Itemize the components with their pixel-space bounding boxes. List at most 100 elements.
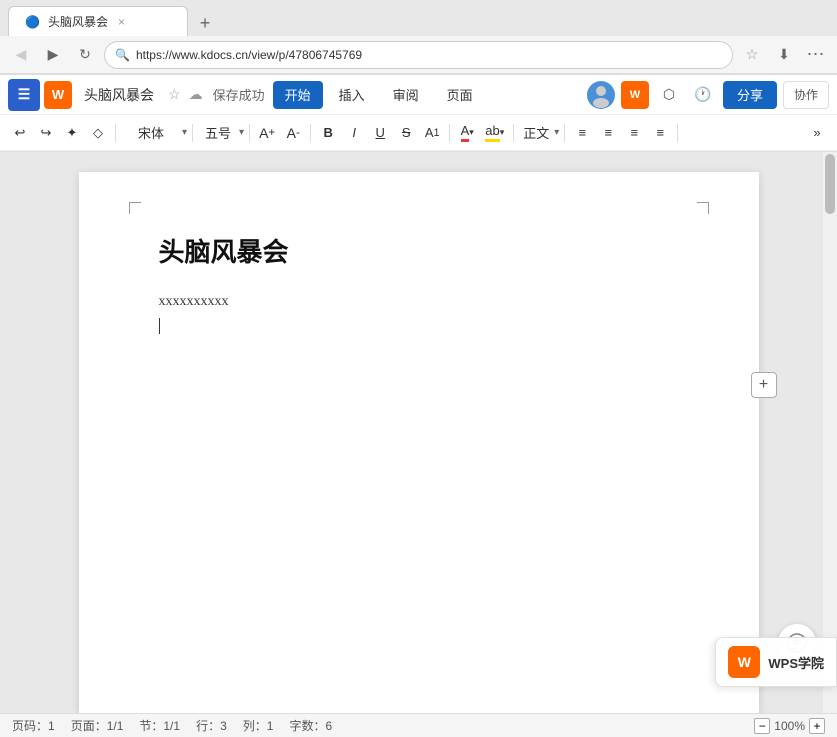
divider-1 xyxy=(115,124,116,142)
paragraph-style-dropdown[interactable]: 正文 ▾ xyxy=(519,120,559,146)
favorite-icon[interactable]: ☆ xyxy=(168,86,181,103)
main-content: 头脑风暴会 xxxxxxxxxx + W xyxy=(0,152,837,737)
row-status: 行：3 xyxy=(196,717,227,734)
tab-favicon: 🔵 xyxy=(25,15,40,29)
font-color-button[interactable]: A ▾ xyxy=(455,120,479,146)
undo-button[interactable]: ↩ xyxy=(8,120,32,146)
align-center-button[interactable]: ≡ xyxy=(596,120,620,146)
document-heading: 头脑风暴会 xyxy=(159,232,679,269)
document-title: 头脑风暴会 xyxy=(84,85,154,105)
tab-insert[interactable]: 插入 xyxy=(327,81,377,109)
font-size-decrease-button[interactable]: A- xyxy=(281,120,305,146)
wps-w-logo: W xyxy=(44,81,72,109)
browser-tab-bar: 🔵 头脑风暴会 × + xyxy=(0,0,837,36)
wps-hamburger-button[interactable]: ☰ xyxy=(8,79,40,111)
more-toolbar-button[interactable]: » xyxy=(805,120,829,146)
justify-button[interactable]: ≡ xyxy=(648,120,672,146)
font-name-dropdown[interactable]: 宋体 ▾ xyxy=(121,120,187,146)
tab-review[interactable]: 审阅 xyxy=(381,81,431,109)
scrollbar-thumb[interactable] xyxy=(825,154,835,214)
section-status: 节：1/1 xyxy=(139,717,180,734)
underline-button[interactable]: U xyxy=(368,120,392,146)
divider-4 xyxy=(310,124,311,142)
zoom-out-button[interactable]: − xyxy=(754,718,770,734)
tab-title: 头脑风暴会 xyxy=(48,13,108,30)
zoom-in-button[interactable]: + xyxy=(809,718,825,734)
status-bar: 页码：1 页面：1/1 节：1/1 行：3 列：1 字数：6 − 100% + xyxy=(0,713,837,737)
clock-button[interactable]: 🕐 xyxy=(689,81,717,109)
cloud-save-icon: ☁ xyxy=(189,86,203,103)
wps-logo-area: W xyxy=(44,81,72,109)
refresh-button[interactable]: ↻ xyxy=(72,42,98,68)
zoom-controls: − 100% + xyxy=(754,718,825,734)
tab-close-icon[interactable]: × xyxy=(118,15,125,29)
wps-academy-logo: W xyxy=(728,646,760,678)
paragraph-chevron: ▾ xyxy=(554,127,559,138)
font-size-dropdown[interactable]: 五号 ▾ xyxy=(198,120,244,146)
wps-menu-bar: ☰ W 头脑风暴会 ☆ ☁ 保存成功 开始 插入 审阅 页面 W ⬡ 🕐 分享 … xyxy=(0,75,837,115)
menu-button[interactable]: ⋯ xyxy=(803,42,829,68)
add-comment-button[interactable]: + xyxy=(751,372,777,398)
share-button[interactable]: 分享 xyxy=(723,81,777,109)
redo-button[interactable]: ↪ xyxy=(34,120,58,146)
font-size-chevron: ▾ xyxy=(239,127,244,138)
add-comment-container: + xyxy=(751,372,777,398)
bold-button[interactable]: B xyxy=(316,120,340,146)
tab-page[interactable]: 页面 xyxy=(435,81,485,109)
divider-3 xyxy=(249,124,250,142)
user-avatar[interactable] xyxy=(587,81,615,109)
format-bar: ↩ ↪ ✦ ◇ 宋体 ▾ 五号 ▾ A+ A- B I U S A1 A ▾ a… xyxy=(0,115,837,151)
wps-academy-overlay[interactable]: W WPS学院 xyxy=(715,637,837,687)
divider-6 xyxy=(513,124,514,142)
vertical-scrollbar[interactable] xyxy=(823,152,837,713)
highlight-chevron: ▾ xyxy=(500,127,505,138)
strikethrough-button[interactable]: S xyxy=(394,120,418,146)
divider-2 xyxy=(192,124,193,142)
browser-chrome: 🔵 头脑风暴会 × + ◀ ▶ ↻ 🔍 ☆ ⬇ ⋯ xyxy=(0,0,837,75)
wps-brand-logo: W xyxy=(621,81,649,109)
font-size-label: 五号 xyxy=(198,120,238,146)
document-page: 头脑风暴会 xxxxxxxxxx + xyxy=(79,172,759,713)
download-button[interactable]: ⬇ xyxy=(771,42,797,68)
divider-8 xyxy=(677,124,678,142)
divider-7 xyxy=(564,124,565,142)
font-color-indicator: A xyxy=(461,123,470,142)
address-input[interactable] xyxy=(136,48,722,62)
wps-right-controls: W ⬡ 🕐 分享 协作 xyxy=(587,81,829,109)
corner-mark-tr xyxy=(697,202,709,214)
bookmark-button[interactable]: ☆ xyxy=(739,42,765,68)
status-bar-right: − 100% + xyxy=(754,718,825,734)
corner-mark-tl xyxy=(129,202,141,214)
highlight-indicator: ab xyxy=(485,123,499,142)
doc-scroll-area[interactable]: 头脑风暴会 xxxxxxxxxx + W xyxy=(0,152,837,713)
align-right-button[interactable]: ≡ xyxy=(622,120,646,146)
forward-button[interactable]: ▶ xyxy=(40,42,66,68)
format-clear-button[interactable]: ✦ xyxy=(60,120,84,146)
wps-toolbar: ☰ W 头脑风暴会 ☆ ☁ 保存成功 开始 插入 审阅 页面 W ⬡ 🕐 分享 … xyxy=(0,75,837,152)
font-color-chevron: ▾ xyxy=(469,127,474,138)
search-icon: 🔍 xyxy=(115,48,130,62)
wps-academy-label: WPS学院 xyxy=(768,653,824,672)
save-status: 保存成功 xyxy=(213,85,265,104)
italic-button[interactable]: I xyxy=(342,120,366,146)
page-total-status: 页面：1/1 xyxy=(71,717,124,734)
document-body[interactable]: xxxxxxxxxx xyxy=(159,289,679,339)
collab-button[interactable]: 协作 xyxy=(783,81,829,109)
screen-share-button[interactable]: ⬡ xyxy=(655,81,683,109)
eraser-button[interactable]: ◇ xyxy=(86,120,110,146)
body-text: xxxxxxxxxx xyxy=(159,294,229,309)
text-cursor xyxy=(159,318,160,334)
tab-start[interactable]: 开始 xyxy=(273,81,323,109)
browser-tab[interactable]: 🔵 头脑风暴会 × xyxy=(8,6,188,36)
address-bar[interactable]: 🔍 xyxy=(104,41,733,69)
divider-5 xyxy=(449,124,450,142)
back-button[interactable]: ◀ xyxy=(8,42,34,68)
font-name-label: 宋体 xyxy=(121,120,181,146)
browser-nav-bar: ◀ ▶ ↻ 🔍 ☆ ⬇ ⋯ xyxy=(0,36,837,74)
align-left-button[interactable]: ≡ xyxy=(570,120,594,146)
superscript-button[interactable]: A1 xyxy=(420,120,444,146)
highlight-button[interactable]: ab ▾ xyxy=(481,120,508,146)
new-tab-button[interactable]: + xyxy=(192,10,218,36)
col-status: 列：1 xyxy=(243,717,274,734)
font-size-increase-button[interactable]: A+ xyxy=(255,120,279,146)
